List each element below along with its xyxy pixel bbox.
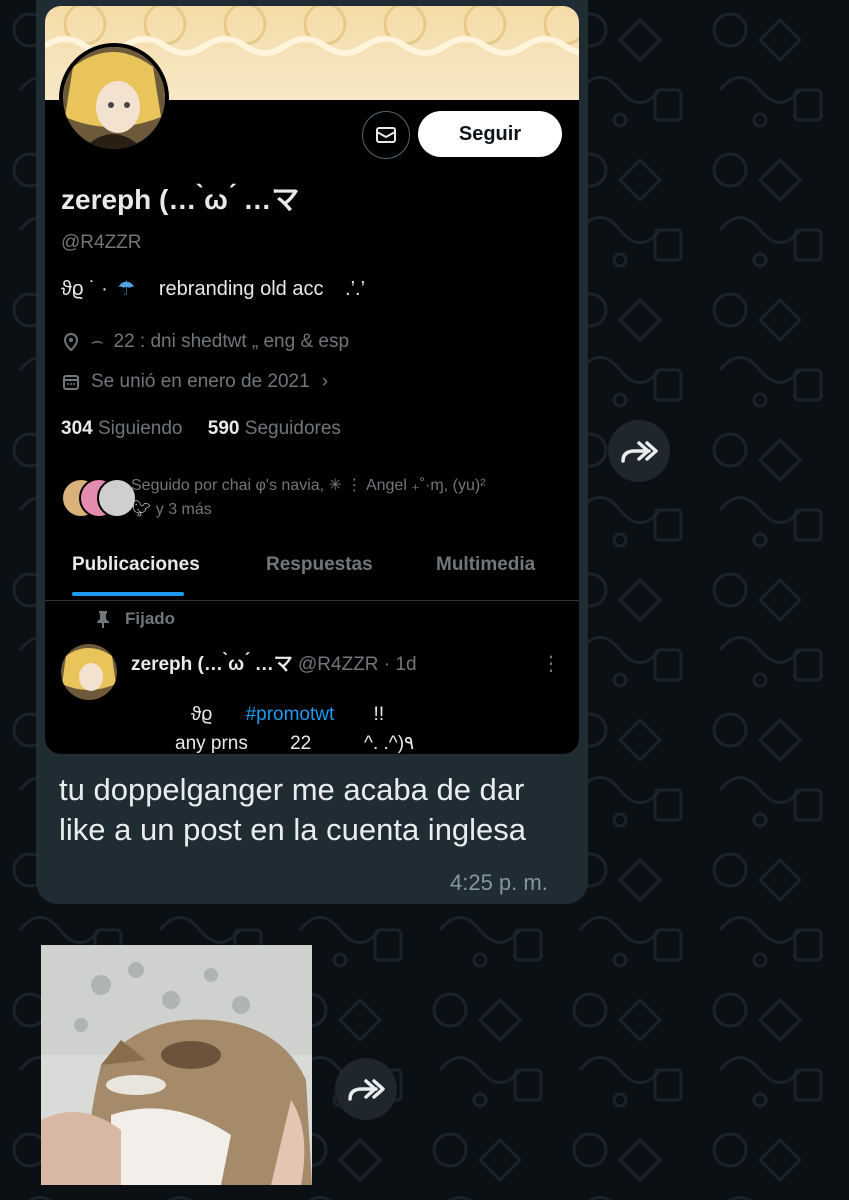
- pinned-text: Fijado: [125, 609, 176, 628]
- bird-icon: 🐦︎: [131, 501, 152, 518]
- post-header: zereph (… ̀ω ́ …マ @R4ZZR · 1d: [131, 649, 417, 676]
- profile-screenshot[interactable]: Seguir zereph (… ̀ω ́ …マ @R4ZZR ϑϱ ˙ · ☂…: [45, 6, 579, 754]
- hashtag-link[interactable]: #promotwt: [246, 704, 335, 725]
- profile-handle: @R4ZZR: [61, 232, 142, 253]
- following-link[interactable]: 304 Siguiendo: [61, 418, 188, 439]
- location-pin-icon: [63, 332, 79, 352]
- followed-by-line2: y 3 más: [155, 501, 212, 518]
- calendar-icon: [63, 375, 79, 390]
- followed-by-line2-row: 🐦︎ y 3 más: [131, 498, 571, 522]
- profile-joined: Se unió en enero de 2021 ›: [61, 371, 328, 393]
- pinned-label: Fijado: [95, 609, 175, 629]
- profile-name: zereph (… ̀ω ́ …マ: [61, 184, 300, 215]
- forward-arrow-icon: [621, 441, 658, 463]
- follower-avatars: [61, 478, 137, 518]
- post-text-line2: any prns 22 ^. .^)٩: [175, 733, 415, 754]
- followed-by-line1: Seguido por chai φ's navia, ✳ ⋮ Angel ₊˚…: [131, 477, 486, 494]
- followers-link[interactable]: 590 Seguidores: [208, 418, 341, 439]
- post-exclaim: !!: [373, 704, 385, 725]
- post-text-line1: ϑϱ #promotwt !!: [191, 704, 384, 726]
- cat-photo[interactable]: [41, 945, 312, 1185]
- joined-text: Se unió en enero de 2021: [91, 371, 310, 392]
- post-meta: @R4ZZR · 1d: [298, 654, 417, 675]
- mail-icon: [376, 127, 396, 143]
- jellyfish-icon: ☂: [117, 278, 136, 300]
- tab-respuestas[interactable]: Respuestas: [266, 554, 373, 576]
- forward-button[interactable]: [335, 1058, 397, 1120]
- forward-arrow-icon: [348, 1079, 385, 1101]
- bio-suffix: .’.’: [345, 278, 366, 300]
- profile-avatar[interactable]: [59, 43, 169, 153]
- followers-label: Seguidores: [244, 418, 341, 439]
- post-author[interactable]: zereph (… ̀ω ́ …マ: [131, 654, 293, 675]
- message-button[interactable]: [362, 111, 410, 159]
- location-text: 22 : dni shedtwt „ eng & esp: [113, 331, 350, 352]
- forward-button[interactable]: [608, 420, 670, 482]
- pin-icon: [97, 611, 109, 628]
- follow-button[interactable]: Seguir: [418, 111, 562, 157]
- more-options-icon[interactable]: ⋮: [541, 651, 561, 676]
- active-tab-indicator: [72, 592, 184, 596]
- post-avatar[interactable]: [61, 644, 117, 700]
- post-symbol: ϑϱ: [191, 704, 213, 725]
- followers-count: 590: [207, 418, 240, 439]
- following-count: 304: [61, 418, 93, 439]
- following-label: Siguiendo: [97, 418, 183, 439]
- bio-text: rebranding old acc: [158, 278, 324, 300]
- profile-location: ⌢ 22 : dni shedtwt „ eng & esp: [61, 331, 349, 353]
- tab-publicaciones[interactable]: Publicaciones: [72, 554, 200, 576]
- bio-symbol: ϑϱ ˙ ·: [61, 278, 108, 300]
- message-text: tu doppelganger me acaba de dar like a u…: [59, 772, 527, 847]
- profile-bio: ϑϱ ˙ · ☂ rebranding old acc .’.’: [61, 276, 365, 301]
- tab-multimedia[interactable]: Multimedia: [436, 554, 535, 576]
- profile-stats: 304 Siguiendo 590 Seguidores: [61, 418, 341, 440]
- message-time: 4:25 p. m.: [450, 870, 548, 895]
- chevron-right-icon: ›: [321, 371, 329, 392]
- location-glyph: ⌢: [91, 331, 104, 352]
